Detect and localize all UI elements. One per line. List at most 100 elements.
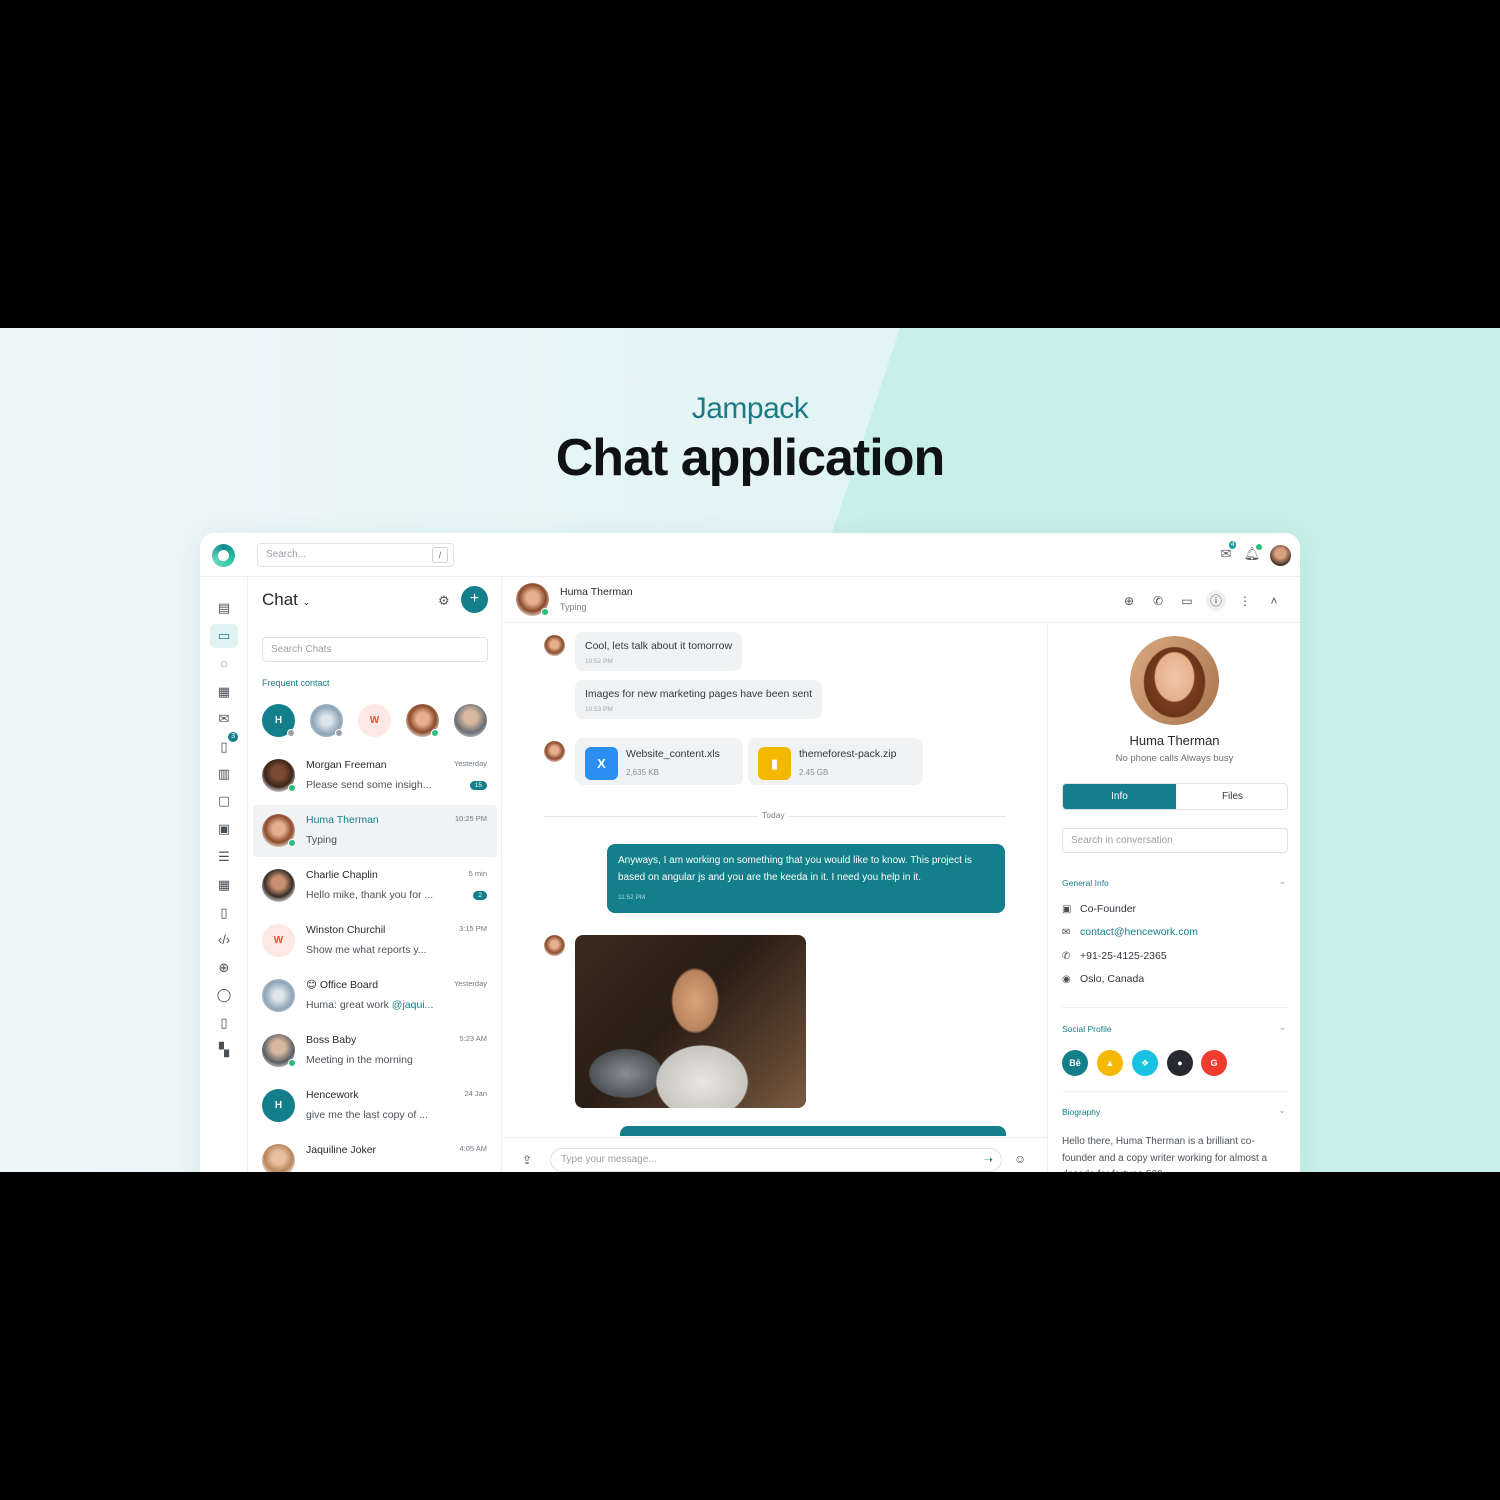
inbox-badge: 4 [1229,541,1237,549]
dashboard-icon[interactable]: ▤ [210,596,238,620]
status-dot [288,1059,296,1067]
file-attachment[interactable]: X Website_content.xls 2,635 KB [575,738,743,785]
chat-list-item[interactable]: H Hencework give me the last copy of ...… [253,1080,497,1132]
user-icon[interactable]: ◯ [210,983,238,1007]
group-avatar [262,979,295,1012]
emoji-icon[interactable]: ☺ [1014,1152,1026,1166]
chevron-down-icon[interactable]: ⌄ [1278,876,1286,887]
date-divider-label: Today [758,810,789,820]
dropbox-icon[interactable]: ❖ [1132,1050,1158,1076]
email-icon[interactable]: ✉ [210,707,238,731]
github-icon[interactable]: ● [1167,1050,1193,1076]
task-list-icon[interactable]: ☰ [210,845,238,869]
chat-list-item[interactable]: Jaquiline Joker 4:05 AM [253,1135,497,1172]
contact-name: Charlie Chaplin [306,869,378,881]
unread-count: 15 [469,781,487,790]
search-conversation-input[interactable]: Search in conversation [1062,828,1288,853]
google-icon[interactable]: G [1201,1050,1227,1076]
file-check-icon[interactable]: ▢ [210,789,238,813]
chat-list-item[interactable]: Morgan Freeman Please send some insigh..… [253,750,497,802]
sender-avatar [544,741,565,762]
chat-list-title[interactable]: Chat ⌄ [262,590,310,610]
chat-list-item[interactable]: W Winston Churchil Show me what reports … [253,915,497,967]
message-preview: Hello mike, thank you for ... [306,889,434,901]
new-chat-button[interactable]: + [461,586,488,613]
frequent-contact-avatar[interactable] [454,704,487,737]
more-vertical-icon[interactable]: ⋮ [1235,591,1255,611]
chevron-up-icon[interactable]: ˄ [1264,591,1284,611]
avatar-initial: W [369,715,380,726]
drive-icon[interactable]: ▲ [1097,1050,1123,1076]
frequent-contact-avatar[interactable]: H [262,704,295,737]
behance-icon[interactable]: Bē [1062,1050,1088,1076]
chat-list-item[interactable]: Charlie Chaplin Hello mike, thank you fo… [253,860,497,912]
tab-info[interactable]: Info [1063,784,1176,809]
contacts-book-icon[interactable]: ▥ [210,762,238,786]
search-shortcut-key: / [432,547,448,563]
message-time: 5 min [468,869,487,878]
status-dot [431,729,439,737]
conversation-contact-status: Typing [560,602,587,612]
phone-icon[interactable]: ✆ [1148,591,1168,611]
code-icon[interactable]: ‹/› [210,928,238,952]
mail-icon: ✉ [1062,927,1071,938]
contact-name: Huma Therman [306,814,379,826]
chat-list-item[interactable]: Huma Therman Typing 10:25 PM [253,805,497,857]
add-user-icon[interactable]: ⊕ [210,956,238,980]
info-role: ▣ Co-Founder [1062,903,1136,915]
invoice-icon[interactable]: ▯ [210,1011,238,1035]
chevron-down-icon[interactable]: ⌄ [1278,1105,1286,1116]
global-search-input[interactable]: Search... / [257,543,454,567]
file-attachment[interactable]: ▮ themeforest-pack.zip 2.45 GB [748,738,923,785]
video-icon[interactable]: ▭ [1177,591,1197,611]
status-dot [288,839,296,847]
app-logo[interactable] [212,544,235,567]
send-icon[interactable]: ➝ [984,1153,993,1166]
document-icon[interactable]: ▯ [210,901,238,925]
add-user-icon[interactable]: ⊕ [1119,591,1139,611]
status-dot [335,729,343,737]
inbox-icon[interactable]: ✉ 4 [1217,541,1237,564]
contact-avatar[interactable] [516,583,549,616]
chat-list-item[interactable]: Boss Baby Meeting in the morning 5:23 AM [253,1025,497,1077]
chevron-down-icon: ⌄ [302,597,311,607]
contact-avatar [262,869,295,902]
frequent-contact-avatar[interactable] [406,704,439,737]
chat-bubble-icon[interactable]: ◌ [210,652,238,676]
file-size: 2,635 KB [626,768,659,777]
chevron-down-icon[interactable]: ⌄ [1278,1022,1286,1033]
apps-icon[interactable]: ▯ 3 [210,732,238,759]
mention-link[interactable]: @jaqui... [392,999,434,1011]
gear-icon[interactable]: ⚙ [438,593,450,609]
tab-files[interactable]: Files [1176,784,1287,809]
search-chats-input[interactable]: Search Chats [262,637,488,662]
message-time: 10:25 PM [454,814,487,823]
calendar-grid-icon[interactable]: ▦ [210,873,238,897]
frequent-contact-avatar[interactable]: W [358,704,391,737]
role-text: Co-Founder [1080,903,1137,915]
calendar-icon[interactable]: ▦ [210,680,238,704]
bell-icon[interactable]: 🔔︎ [1243,544,1262,564]
upload-icon[interactable]: ⇪ [522,1153,532,1167]
profile-avatar [1130,636,1219,725]
user-avatar[interactable] [1270,545,1291,566]
chat-list-title-label: Chat [262,590,298,609]
widgets-icon[interactable]: ▚ [210,1038,238,1062]
message-preview: Meeting in the morning [306,1054,413,1066]
message-text: Anyways, I am working on something that … [618,855,972,883]
chat-nav-icon[interactable]: ▭ [210,624,238,648]
message-input[interactable]: Type your message... ➝ [550,1148,1002,1172]
top-bar: Search... / ✉ 4 🔔︎ [200,533,1300,577]
shared-image[interactable] [575,935,806,1108]
biography-text: Hello there, Huma Therman is a brilliant… [1062,1136,1268,1172]
gallery-icon[interactable]: ▣ [210,817,238,841]
info-email[interactable]: ✉ contact@hencework.com [1062,926,1198,938]
email-link[interactable]: contact@hencework.com [1080,926,1198,938]
chat-list-item[interactable]: 😊 Office Board Huma: great work @jaqui..… [253,970,497,1022]
apps-badge: 3 [228,732,238,742]
info-icon[interactable]: ⓘ [1206,591,1226,611]
chat-list-panel: Chat ⌄ ⚙ + Search Chats Frequent contact… [248,577,502,1172]
frequent-contact-avatar[interactable] [310,704,343,737]
sender-avatar [544,635,565,656]
social-profile-heading: Social Profile [1062,1024,1112,1034]
